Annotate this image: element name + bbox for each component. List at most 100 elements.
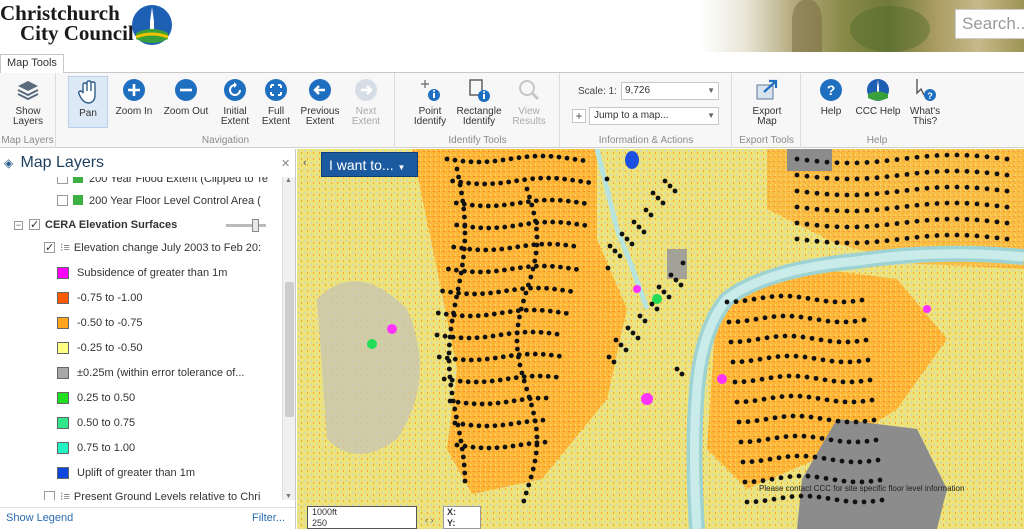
rectangle-identify-button[interactable]: Rectangle Identify	[454, 77, 504, 127]
layer-opacity-slider[interactable]	[226, 219, 266, 232]
ribbon-tab-bar: Map Tools	[0, 52, 1024, 74]
cathedral-logo-icon	[132, 5, 172, 45]
whats-this-button[interactable]: ? What's This?	[906, 77, 944, 127]
site-header: Christchurch City Council Search...	[0, 0, 1024, 52]
coordinate-readout: X: Y:	[443, 506, 481, 529]
layer-checkbox[interactable]	[29, 215, 40, 235]
jump-to-map-select[interactable]: Jump to a map... ▼	[589, 107, 719, 125]
layer-tree: 200 Year Flood Extent (Clipped to Te 200…	[0, 177, 282, 500]
show-layers-button[interactable]: Show Layers	[8, 77, 48, 127]
legend-swatch	[57, 317, 69, 329]
scroll-down-icon[interactable]: ▼	[285, 493, 292, 500]
elevation-map-image[interactable]	[297, 149, 1024, 529]
zoom-out-button[interactable]: Zoom Out	[161, 77, 211, 117]
group-label-information-actions: Information & Actions	[598, 135, 694, 146]
group-help: ? Help CCC Help ? What's This? Help	[802, 73, 952, 148]
svg-text:?: ?	[827, 82, 836, 98]
council-logo-text[interactable]: Christchurch City Council	[0, 3, 134, 45]
legend-item: Subsidence of greater than 1m	[0, 263, 282, 283]
legend-item: -0.50 to -0.75	[0, 313, 282, 333]
magnifier-icon	[519, 80, 540, 101]
group-label-export-tools: Export Tools	[739, 135, 794, 146]
layer-item-floor-level[interactable]: 200 Year Floor Level Control Area (	[57, 191, 282, 211]
layer-item-elevation-change[interactable]: ⁝≡Elevation change July 2003 to Feb 20:	[44, 238, 282, 258]
view-results-button[interactable]: View Results	[510, 77, 548, 127]
group-label-navigation: Navigation	[201, 135, 250, 146]
full-extent-button[interactable]: Full Extent	[258, 77, 294, 127]
legend-swatch	[57, 267, 69, 279]
legend-swatch	[57, 292, 69, 304]
legend-swatch	[57, 442, 69, 454]
scalebar-top-label: 1000ft	[312, 507, 338, 517]
export-map-button[interactable]: Export Map	[747, 77, 787, 127]
scroll-up-icon[interactable]: ▲	[285, 177, 292, 184]
floor-level-note: Please contact CCC for site specific flo…	[759, 484, 965, 493]
question-icon: ?	[820, 79, 842, 101]
collapse-panel-button[interactable]: ✕	[281, 157, 290, 170]
legend-item: ±0.25m (within error tolerance of...	[0, 363, 282, 383]
previous-extent-button[interactable]: Previous Extent	[297, 77, 343, 127]
layer-checkbox[interactable]	[57, 177, 68, 184]
layer-checkbox[interactable]	[44, 491, 55, 500]
legend-swatch	[57, 342, 69, 354]
pointer-question-icon: ?	[916, 79, 936, 101]
collapse-toggle-icon[interactable]: −	[14, 221, 23, 230]
group-label-help: Help	[866, 135, 888, 146]
cathedral-help-icon	[867, 79, 889, 101]
legend-swatch	[57, 392, 69, 404]
group-label-identify-tools: Identify Tools	[448, 135, 507, 146]
group-label-map-layers: Map Layers	[1, 135, 54, 146]
layers-icon	[17, 81, 39, 101]
layers-icon: ◈	[4, 156, 14, 170]
group-map-layers: Show Layers Map Layers	[0, 73, 56, 148]
scale-value: 9,726	[625, 85, 651, 96]
i-want-to-menu[interactable]: I want to... ▼	[321, 152, 418, 177]
pan-arrows-icon[interactable]: ‹ ›	[425, 515, 434, 525]
point-identify-icon	[421, 80, 440, 101]
scroll-thumb[interactable]	[285, 282, 294, 417]
legend-item: Uplift of greater than 1m	[0, 463, 282, 483]
expand-map-icon[interactable]: ‹	[303, 157, 307, 169]
help-button[interactable]: ? Help	[816, 77, 846, 117]
panel-scrollbar[interactable]: ▲ ▼	[282, 177, 295, 500]
scalebar-bottom-label: 250	[312, 518, 328, 528]
layer-checkbox[interactable]	[44, 238, 55, 258]
zoom-out-icon	[175, 79, 197, 101]
toolbar-ribbon: Show Layers Map Layers Pan Zoom In Zoom …	[0, 73, 1024, 148]
legend-item: 0.50 to 0.75	[0, 413, 282, 433]
legend-label: Subsidence of greater than 1m	[77, 267, 228, 279]
layer-swatch	[73, 195, 83, 205]
legend-item: 0.25 to 0.50	[0, 388, 282, 408]
panel-title: ◈ Map Layers	[4, 154, 105, 171]
rectangle-identify-icon	[469, 79, 490, 102]
logo-line-2: City Council	[20, 21, 134, 45]
scale-select[interactable]: 9,726 ▼	[621, 82, 719, 100]
site-search-input[interactable]: Search...	[955, 9, 1024, 39]
group-identify-tools: Point Identify Rectangle Identify View R…	[396, 73, 560, 148]
layer-item-flood-extent[interactable]: 200 Year Flood Extent (Clipped to Te	[57, 177, 282, 189]
slider-handle[interactable]	[252, 219, 259, 232]
legend-label: 0.25 to 0.50	[77, 392, 136, 404]
layer-checkbox[interactable]	[57, 195, 68, 206]
expand-icon	[265, 79, 287, 101]
tab-map-tools[interactable]: Map Tools	[0, 54, 64, 74]
back-arrow-icon	[309, 79, 331, 101]
show-legend-link[interactable]: Show Legend	[6, 512, 73, 524]
chevron-down-icon: ▼	[397, 163, 406, 172]
filter-link[interactable]: Filter...	[252, 512, 285, 524]
zoom-in-button[interactable]: Zoom In	[114, 77, 154, 117]
map-view[interactable]: ‹ I want to... ▼ Please contact CCC for …	[297, 149, 1024, 529]
group-navigation: Pan Zoom In Zoom Out Initial Extent Full…	[57, 73, 395, 148]
legend-item: -0.75 to -1.00	[0, 288, 282, 308]
initial-extent-button[interactable]: Initial Extent	[216, 77, 254, 127]
layer-swatch	[73, 177, 83, 183]
ccc-help-button[interactable]: CCC Help	[854, 77, 902, 117]
refresh-icon	[224, 79, 246, 101]
next-extent-button[interactable]: Next Extent	[347, 77, 385, 127]
add-map-button[interactable]: +	[572, 109, 586, 123]
pan-button[interactable]: Pan	[68, 76, 108, 128]
point-identify-button[interactable]: Point Identify	[410, 77, 450, 127]
layer-item-present-ground[interactable]: ⁝≡ Present Ground Levels relative to Chri	[44, 487, 282, 500]
map-layers-panel: ◈ Map Layers ✕ 200 Year Flood Extent (Cl…	[0, 149, 296, 529]
legend-label: -0.25 to -0.50	[77, 342, 143, 354]
